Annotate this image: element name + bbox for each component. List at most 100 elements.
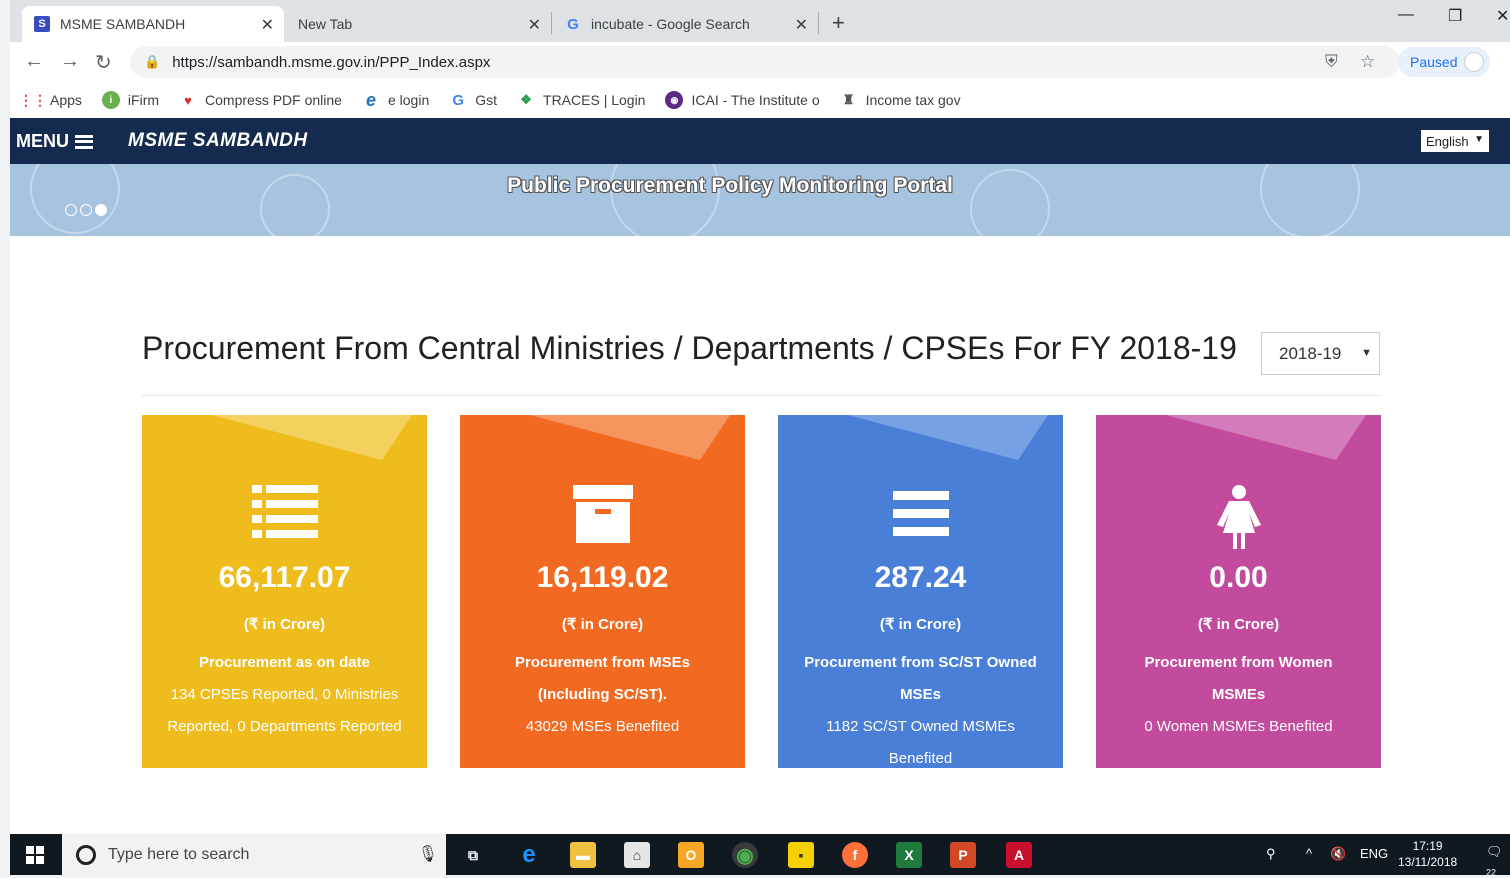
close-tab-icon[interactable]: ✕ (528, 15, 541, 35)
outlook-icon[interactable]: O (678, 842, 704, 868)
microphone-icon[interactable]: 🎙 (418, 844, 438, 864)
traces-icon: ❖ (520, 92, 532, 107)
card-description: 134 CPSEs Reported, 0 Ministries Reporte… (167, 686, 402, 735)
bookmark-ifirm[interactable]: i iFirm (101, 91, 160, 109)
tab-google-search[interactable]: G incubate - Google Search ✕ (553, 6, 818, 42)
card-label: Procurement as on date 134 CPSEs Reporte… (162, 647, 407, 743)
lock-icon: 🔒 (144, 54, 161, 69)
windows-start-icon[interactable] (26, 846, 44, 864)
card-fold-decoration (848, 415, 1048, 460)
language-value: English (1426, 133, 1469, 149)
profile-paused-button[interactable]: Paused (1398, 47, 1490, 77)
stat-card-procurement-total[interactable]: 66,117.07 (₹ in Crore) Procurement as on… (142, 415, 427, 768)
bookmark-gst[interactable]: G Gst (449, 91, 497, 109)
carousel-dot-active[interactable] (95, 204, 107, 216)
close-window-icon[interactable]: ✕ (1496, 6, 1509, 26)
back-arrow-icon[interactable]: ← (24, 50, 44, 73)
task-view-icon[interactable]: ⧉ (460, 842, 486, 868)
carousel-dots (65, 204, 110, 216)
fy-value: 2018-19 (1279, 343, 1342, 363)
volume-muted-icon[interactable]: 🔇 (1330, 846, 1346, 862)
ifirm-icon: i (101, 91, 120, 109)
stat-card-procurement-women[interactable]: 0.00 (₹ in Crore) Procurement from Women… (1096, 415, 1381, 768)
ie-icon: e (365, 89, 376, 110)
card-title: Procurement as on date (199, 654, 370, 671)
tab-label: incubate - Google Search (591, 16, 750, 32)
bookmark-e-login[interactable]: e e login (362, 89, 430, 110)
carousel-dot[interactable] (65, 204, 77, 216)
firefox-icon[interactable]: f (842, 842, 868, 868)
clock-date: 13/11/2018 (1398, 855, 1458, 869)
card-amount: 16,119.02 (536, 561, 669, 594)
taskbar-clock[interactable]: 17:19 13/11/2018 (1398, 838, 1457, 870)
stat-card-procurement-mses[interactable]: 16,119.02 (₹ in Crore) Procurement from … (460, 415, 745, 768)
menu-label: MENU (16, 131, 69, 151)
bookmark-income-tax[interactable]: ♜ Income tax gov (840, 91, 961, 109)
page-title: Procurement From Central Ministries / De… (142, 330, 1237, 366)
card-fold-decoration (530, 415, 730, 460)
store-icon[interactable]: ⌂ (624, 842, 650, 868)
list-icon (142, 485, 427, 551)
cortana-circle-icon (76, 844, 96, 865)
card-unit: (₹ in Crore) (561, 616, 644, 633)
chevron-up-icon[interactable]: ^ (1306, 846, 1312, 861)
google-icon: G (452, 91, 465, 109)
more-vertical-icon[interactable]: ⋮ (1502, 52, 1510, 73)
bookmark-icai[interactable]: ◉ ICAI - The Institute o (665, 91, 820, 109)
extension-shield-icon[interactable]: ⛨ (1325, 52, 1338, 72)
people-icon[interactable]: ⚲ (1266, 846, 1276, 862)
bookmark-label: e login (387, 92, 430, 108)
close-tab-icon[interactable]: ✕ (261, 15, 274, 35)
card-amount: 287.24 (874, 561, 967, 594)
address-bar[interactable]: 🔒 https://sambandh.msme.gov.in/PPP_Index… (130, 46, 1400, 78)
icai-icon: ◉ (665, 91, 684, 109)
restore-icon[interactable]: ❐ (1448, 6, 1462, 26)
bookmark-label: iFirm (127, 92, 160, 108)
bookmark-label: Compress PDF online (205, 92, 342, 108)
female-icon (1096, 485, 1381, 551)
carousel-dot[interactable] (80, 204, 92, 216)
menu-bars-icon (778, 485, 1063, 551)
tab-new-tab[interactable]: New Tab ✕ (286, 6, 551, 42)
file-explorer-icon[interactable]: ▬ (570, 842, 596, 868)
sticky-notes-icon[interactable]: ▪ (788, 842, 814, 868)
fy-select[interactable]: 2018-19 ▼ (1261, 332, 1380, 375)
menu-button[interactable]: MENU (16, 131, 93, 152)
excel-icon[interactable]: X (896, 842, 922, 868)
tab-msme-sambandh[interactable]: S MSME SAMBANDH ✕ (22, 6, 284, 42)
stat-card-procurement-scst[interactable]: 287.24 (₹ in Crore) Procurement from SC/… (778, 415, 1063, 768)
minimize-icon[interactable]: — (1398, 6, 1414, 24)
notification-center-icon[interactable]: 🗨22 (1486, 844, 1510, 878)
bookmark-star-icon[interactable]: ☆ (1360, 52, 1375, 72)
card-label: Procurement from MSEs (Including SC/ST).… (480, 647, 725, 743)
powerpoint-icon[interactable]: P (950, 842, 976, 868)
url-text: https://sambandh.msme.gov.in/PPP_Index.a… (172, 53, 491, 71)
close-tab-icon[interactable]: ✕ (795, 15, 808, 35)
site-header: MENU MSME SAMBANDH English ▼ (10, 118, 1510, 164)
edge-browser-icon[interactable]: e (516, 841, 542, 868)
tab-divider (818, 12, 819, 34)
profile-status-label: Paused (1410, 54, 1458, 70)
language-indicator[interactable]: ENG (1360, 846, 1388, 861)
bookmark-apps[interactable]: ⋮⋮ Apps (19, 91, 82, 109)
browser-window: S MSME SAMBANDH ✕ New Tab ✕ G incubate -… (10, 0, 1510, 878)
new-tab-plus-icon[interactable]: + (832, 10, 845, 36)
card-fold-decoration (1166, 415, 1366, 460)
card-amount: 0.00 (1209, 561, 1268, 594)
forward-arrow-icon[interactable]: → (60, 50, 80, 73)
banner-carousel: Public Procurement Policy Monitoring Por… (10, 164, 1510, 236)
bookmark-compress-pdf[interactable]: ♥ Compress PDF online (179, 91, 342, 109)
taskbar-search-box[interactable]: Type here to search 🎙 (62, 834, 446, 875)
site-title[interactable]: MSME SAMBANDH (128, 130, 308, 152)
bookmark-label: Apps (50, 92, 82, 108)
language-select[interactable]: English ▼ (1421, 130, 1489, 152)
reload-icon[interactable]: ↻ (95, 50, 112, 75)
card-title: Procurement from MSEs (Including SC/ST). (514, 654, 691, 703)
bookmark-traces[interactable]: ❖ TRACES | Login (517, 91, 645, 109)
card-title: Procurement from Women MSMEs (1144, 654, 1333, 703)
hamburger-icon (75, 134, 93, 149)
acrobat-icon[interactable]: A (1006, 842, 1032, 868)
tab-strip: S MSME SAMBANDH ✕ New Tab ✕ G incubate -… (10, 0, 1510, 42)
chrome-icon[interactable]: ◉ (732, 842, 758, 868)
chevron-down-icon: ▼ (1361, 347, 1372, 359)
